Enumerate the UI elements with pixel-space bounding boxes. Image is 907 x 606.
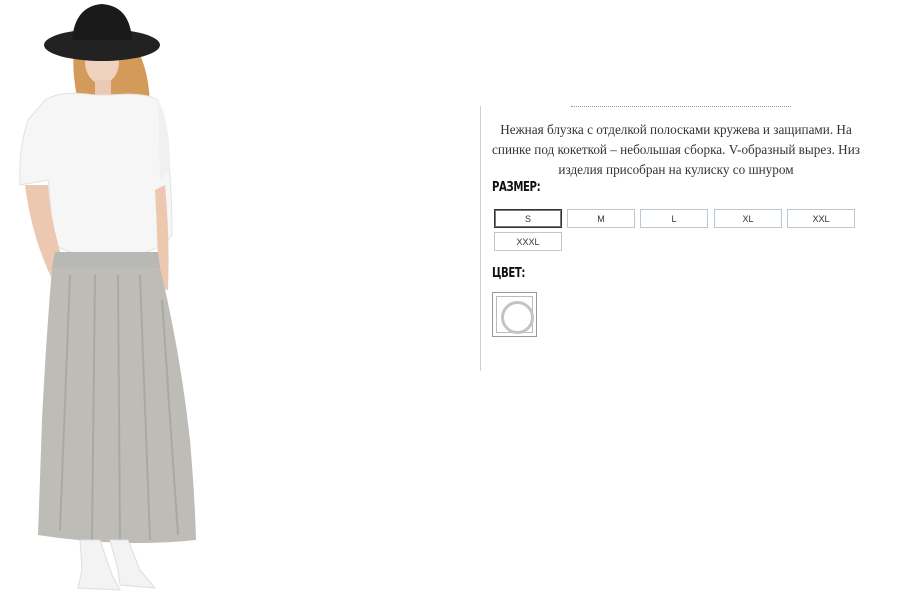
- size-heading: РАЗМЕР:: [492, 180, 541, 195]
- size-option-l[interactable]: L: [640, 209, 708, 228]
- product-description: Нежная блузка с отделкой полосками круже…: [492, 122, 860, 177]
- size-option-xl[interactable]: XL: [714, 209, 782, 228]
- size-option-m[interactable]: M: [567, 209, 635, 228]
- dotted-divider: [571, 106, 791, 107]
- model-image: [19, 4, 196, 591]
- color-heading: ЦВЕТ:: [492, 266, 526, 281]
- product-info-panel: Нежная блузка с отделкой полосками круже…: [480, 106, 871, 371]
- size-option-s[interactable]: S: [494, 209, 562, 228]
- color-circle-icon: [501, 301, 534, 334]
- swatch-frame: [496, 296, 534, 334]
- size-option-xxl[interactable]: XXL: [787, 209, 855, 228]
- color-swatch-white[interactable]: [492, 292, 537, 337]
- size-option-xxxl[interactable]: XXXL: [494, 232, 562, 251]
- product-photo: [0, 0, 240, 601]
